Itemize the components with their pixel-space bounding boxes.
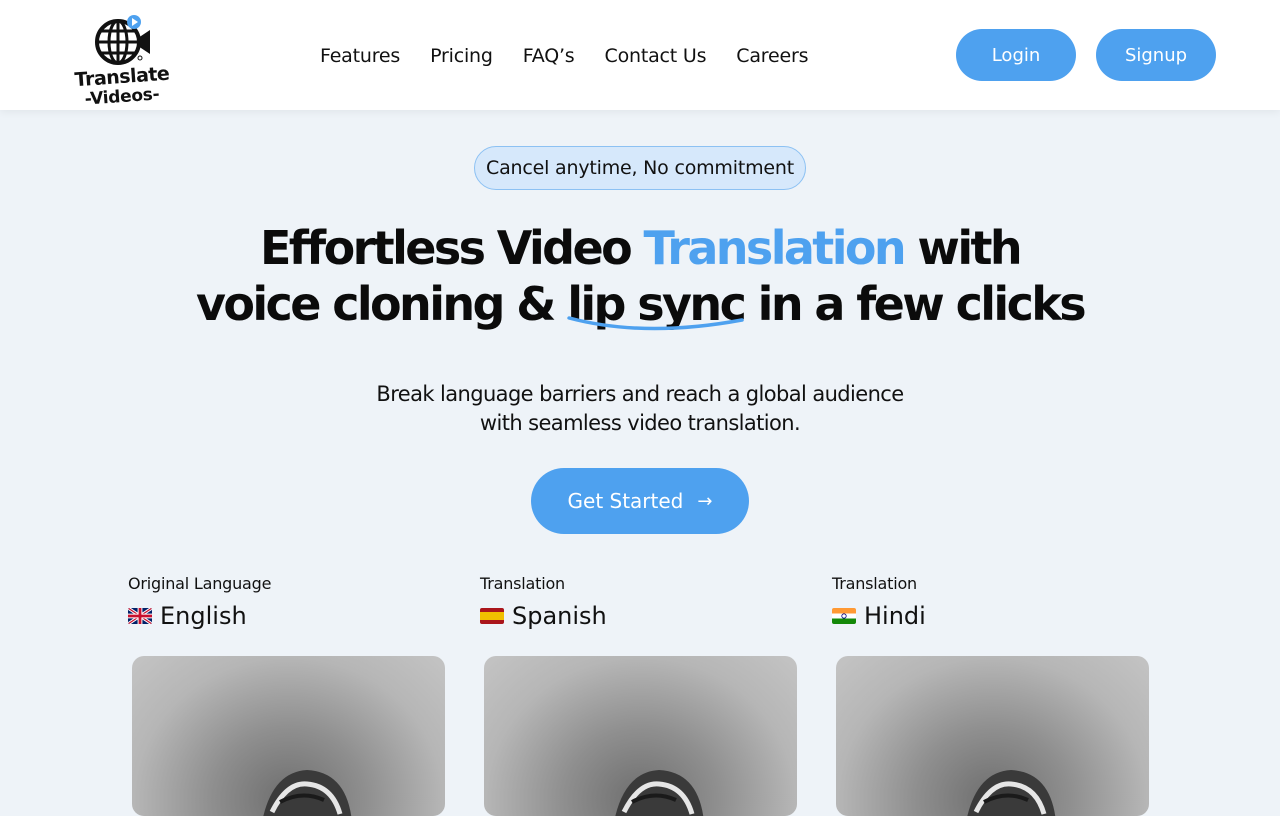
language-column-hindi: Translation Hindi	[832, 574, 1148, 630]
uk-flag-icon	[128, 608, 152, 624]
language-column-original: Original Language English	[128, 574, 444, 630]
language-name-row: Spanish	[480, 602, 796, 630]
headline-accent-word: Translation	[643, 221, 907, 275]
language-name: English	[160, 602, 247, 630]
no-commitment-badge: Cancel anytime, No commitment	[474, 146, 806, 190]
brand-logo[interactable]: Translate -Videos-	[74, 10, 174, 110]
language-name: Hindi	[864, 602, 926, 630]
spain-flag-icon	[480, 608, 504, 624]
hero-headline: Effortless Video Translation with voice …	[140, 220, 1140, 332]
headline-text: Effortless Video	[259, 221, 644, 275]
headline-text: voice cloning &	[195, 277, 568, 331]
video-thumbnail-image	[615, 770, 704, 816]
video-thumbnail-image	[967, 770, 1056, 816]
language-column-spanish: Translation Spanish	[480, 574, 796, 630]
main-nav: Features Pricing FAQ’s Contact Us Career…	[320, 42, 808, 70]
language-caption: Translation	[480, 574, 565, 593]
nav-link-features[interactable]: Features	[320, 45, 400, 67]
signup-button[interactable]: Signup	[1096, 29, 1216, 81]
get-started-label: Get Started	[567, 489, 684, 513]
headline-text: in a few clicks	[744, 277, 1087, 331]
video-preview-english[interactable]	[132, 656, 445, 816]
nav-link-careers[interactable]: Careers	[736, 45, 808, 67]
subtitle-line-2: with seamless video translation.	[479, 411, 801, 435]
nav-link-pricing[interactable]: Pricing	[430, 45, 493, 67]
hero-subtitle: Break language barriers and reach a glob…	[340, 380, 940, 438]
india-flag-icon	[832, 608, 856, 624]
login-button[interactable]: Login	[956, 29, 1076, 81]
site-header: Translate -Videos- Features Pricing FAQ’…	[0, 0, 1280, 110]
language-name: Spanish	[512, 602, 607, 630]
nav-link-faqs[interactable]: FAQ’s	[523, 45, 575, 67]
headline-lipsync-phrase: lip sync	[567, 276, 747, 332]
language-name-row: Hindi	[832, 602, 1148, 630]
video-preview-hindi[interactable]	[836, 656, 1149, 816]
underline-swoosh-icon	[567, 316, 744, 331]
subtitle-line-1: Break language barriers and reach a glob…	[376, 382, 904, 406]
language-caption: Translation	[832, 574, 917, 593]
language-name-row: English	[128, 602, 444, 630]
arrow-right-icon: →	[697, 490, 713, 512]
video-thumbnail-image	[263, 770, 352, 816]
video-preview-spanish[interactable]	[484, 656, 797, 816]
get-started-button[interactable]: Get Started →	[531, 468, 749, 534]
language-caption: Original Language	[128, 574, 272, 593]
globe-camera-logo-icon	[95, 15, 150, 65]
nav-link-contact-us[interactable]: Contact Us	[605, 45, 707, 67]
headline-text: with	[904, 221, 1022, 275]
